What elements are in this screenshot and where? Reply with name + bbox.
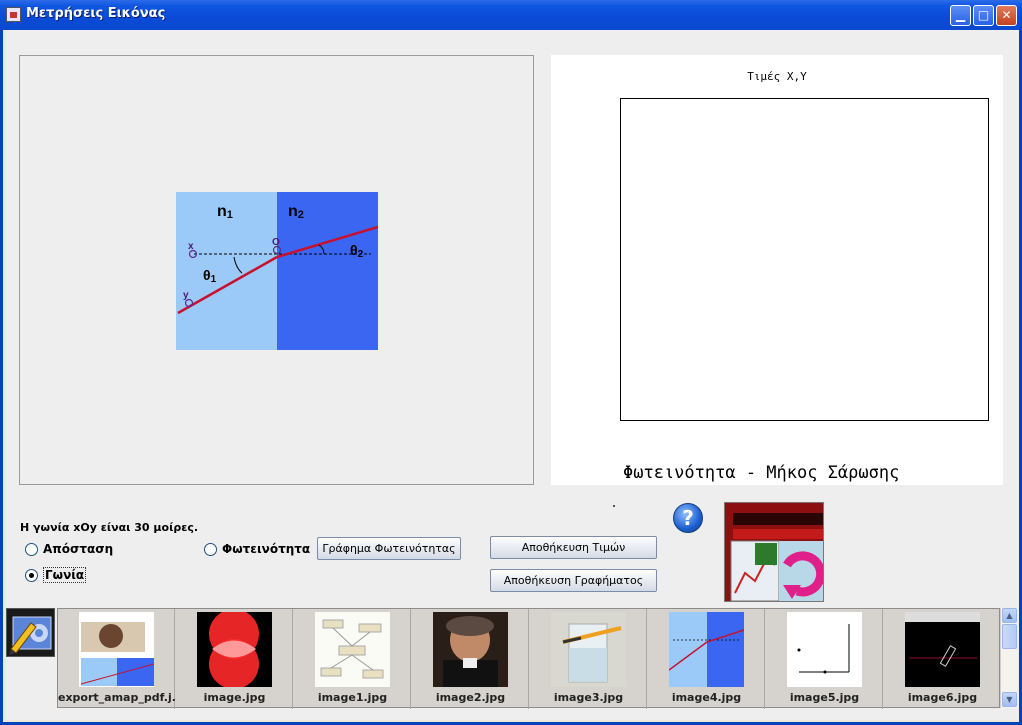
- thumbnail-item[interactable]: export_amap_pdf.j...: [58, 609, 175, 709]
- thumbnail-caption: image5.jpg: [789, 691, 860, 704]
- thumbnail-image: [433, 612, 508, 687]
- status-dot: [613, 505, 615, 507]
- radio-brightness[interactable]: Φωτεινότητα: [204, 540, 310, 558]
- maximize-icon: □: [977, 8, 990, 22]
- scroll-down-button[interactable]: ▼: [1002, 692, 1017, 707]
- radio-angle[interactable]: Γωνία: [25, 566, 87, 584]
- thumbnail-item[interactable]: image4.jpg: [648, 609, 765, 709]
- thumbnail-image: [551, 612, 626, 687]
- refresh-graph-icon[interactable]: [724, 502, 824, 602]
- thumbnail-caption: export_amap_pdf.j...: [58, 691, 175, 704]
- help-icon[interactable]: ?: [673, 503, 703, 533]
- thumbnail-caption: image1.jpg: [317, 691, 388, 704]
- image-view-panel[interactable]: n1 n2 x O y θ1 θ2: [19, 55, 534, 485]
- plot-x-axis-label: Φωτεινότητα - Μήκος Σάρωσης: [623, 463, 900, 483]
- thumbnail-caption: image4.jpg: [671, 691, 742, 704]
- x-label: x: [188, 241, 194, 252]
- save-graph-button[interactable]: Αποθήκευση Γραφήματος: [490, 569, 657, 592]
- thumbnail-caption: image2.jpg: [435, 691, 506, 704]
- app-window: Μετρήσεις Εικόνας ▁ □ ✕ n1 n2 x O y θ1 θ…: [0, 0, 1022, 725]
- plot-area: [620, 98, 989, 421]
- thumbnail-image: [315, 612, 390, 687]
- thumbnail-item[interactable]: image2.jpg: [412, 609, 529, 709]
- radio-angle-circle[interactable]: [25, 568, 38, 582]
- scroll-up-button[interactable]: ▲: [1002, 608, 1017, 623]
- thumbnail-item[interactable]: image.jpg: [176, 609, 293, 709]
- radio-distance-label: Απόσταση: [43, 542, 114, 556]
- thumbnail-caption: image3.jpg: [553, 691, 624, 704]
- y-label: y: [183, 290, 189, 301]
- main-content: n1 n2 x O y θ1 θ2 Τιμές Χ,Υ Φωτεινότητα …: [6, 30, 1019, 720]
- radio-angle-label: Γωνία: [43, 567, 87, 583]
- thumbnail-item[interactable]: image5.jpg: [766, 609, 883, 709]
- radio-brightness-label: Φωτεινότητα: [222, 542, 311, 556]
- thumbnail-scrollbar[interactable]: ▲ ▼: [1000, 608, 1017, 708]
- chevron-down-icon: ▼: [1006, 695, 1013, 704]
- save-values-button[interactable]: Αποθήκευση Τιμών: [490, 536, 657, 559]
- radio-brightness-circle[interactable]: [204, 542, 217, 556]
- java-app-icon: [6, 7, 21, 22]
- thumbnail-image: [79, 612, 154, 687]
- angle-message: Η γωνία xOy είναι 30 μοίρες.: [20, 521, 199, 534]
- maximize-button[interactable]: □: [973, 5, 994, 26]
- refraction-diagram[interactable]: n1 n2 x O y θ1 θ2: [176, 192, 378, 350]
- thumbnail-caption: image6.jpg: [907, 691, 978, 704]
- thumbnail-image: [197, 612, 272, 687]
- thumbnail-item[interactable]: image1.jpg: [294, 609, 411, 709]
- thumbnail-image: [787, 612, 862, 687]
- o-label: O: [272, 237, 280, 248]
- plot-title: Τιμές Χ,Υ: [747, 70, 807, 83]
- scroll-thumb[interactable]: [1002, 624, 1017, 649]
- brightness-graph-button[interactable]: Γράφημα Φωτεινότητας: [317, 537, 461, 560]
- thumbnail-item[interactable]: image3.jpg: [530, 609, 647, 709]
- thumbnail-item[interactable]: image6.jpg: [884, 609, 1001, 709]
- refresh-graph-icon-art: [725, 503, 823, 601]
- minimize-icon: ▁: [955, 8, 966, 22]
- edit-settings-icon[interactable]: [6, 608, 55, 657]
- thumbnail-caption: image.jpg: [203, 691, 266, 704]
- plot-panel: Τιμές Χ,Υ Φωτεινότητα - Μήκος Σάρωσης: [551, 55, 1003, 485]
- window-title: Μετρήσεις Εικόνας: [26, 6, 166, 21]
- chevron-up-icon: ▲: [1006, 611, 1013, 620]
- radio-distance-circle[interactable]: [25, 542, 38, 556]
- minimize-button[interactable]: ▁: [950, 5, 971, 26]
- thumbnail-strip[interactable]: export_amap_pdf.j... image.jpg image1.jp…: [57, 608, 1001, 709]
- title-bar[interactable]: Μετρήσεις Εικόνας ▁ □ ✕: [0, 0, 1022, 30]
- close-button[interactable]: ✕: [996, 5, 1017, 26]
- radio-distance[interactable]: Απόσταση: [25, 540, 113, 558]
- close-icon: ✕: [1001, 8, 1012, 22]
- thumbnail-image: [905, 612, 980, 687]
- edit-settings-icon-art: [9, 616, 52, 655]
- thumbnail-image: [669, 612, 744, 687]
